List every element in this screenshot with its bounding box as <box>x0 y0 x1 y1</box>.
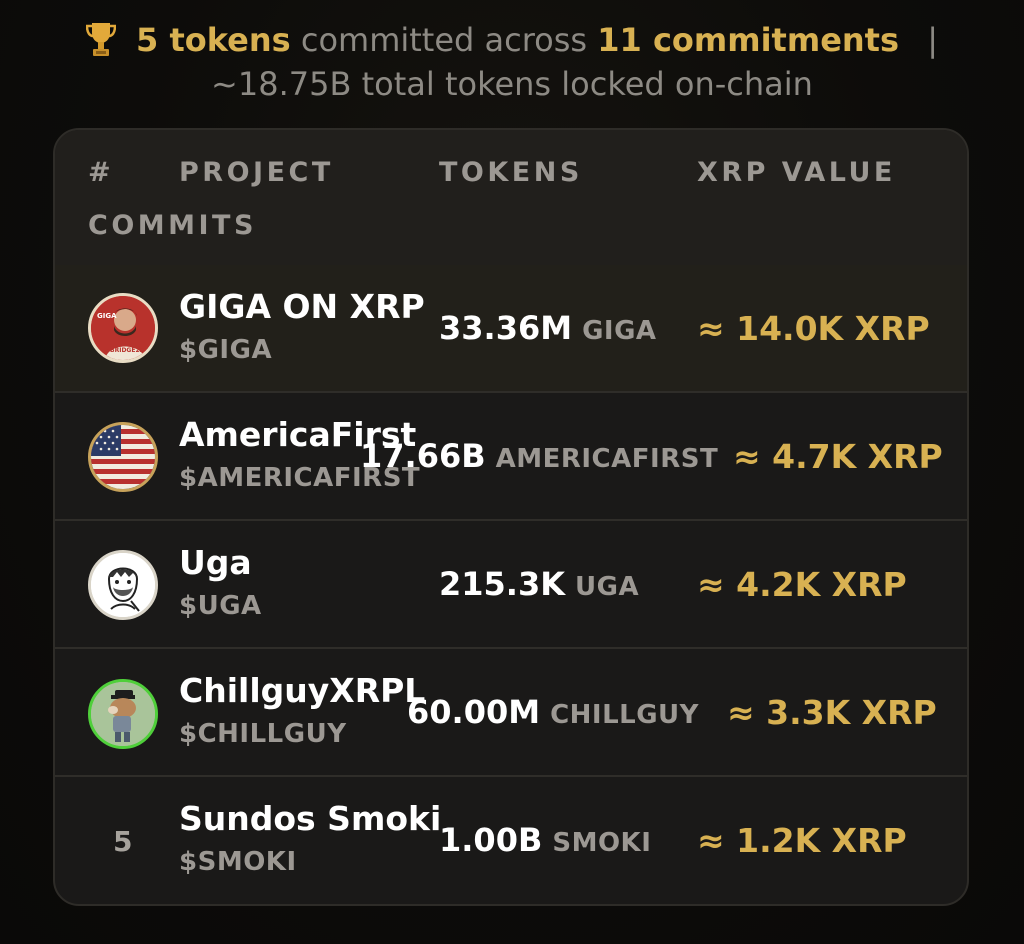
committed-across-text: committed across <box>300 21 588 59</box>
token-amount-value: 60.00M <box>407 693 541 731</box>
project-name[interactable]: GIGA ON XRP <box>179 287 425 326</box>
chillguy-dog-icon <box>88 679 158 749</box>
xrp-value: ≈ 3.3K XRP <box>727 693 937 732</box>
uga-caveman-icon <box>88 550 158 620</box>
token-amount-value: 17.66B <box>360 437 486 475</box>
table-header: # PROJECT TOKENS XRP VALUE COMMITS <box>55 130 967 267</box>
token-symbol: GIGA <box>582 316 657 346</box>
project-name[interactable]: Uga <box>179 543 252 582</box>
summary-separator: | <box>927 21 938 59</box>
token-amount: 60.00M CHILLGUY <box>407 693 699 731</box>
xrp-value: ≈ 4.7K XRP <box>733 437 943 476</box>
project-ticker: $SMOKI <box>179 847 297 877</box>
commitments-table: # PROJECT TOKENS XRP VALUE COMMITS GIGA … <box>53 128 969 906</box>
xrp-value: ≈ 4.2K XRP <box>697 565 907 604</box>
token-amount: 33.36M GIGA <box>439 309 657 347</box>
table-row[interactable]: ChillguyXRPL $CHILLGUY 60.00M CHILLGUY ≈ … <box>55 649 967 777</box>
token-symbol: AMERICAFIRST <box>495 444 719 474</box>
header-xrp-value[interactable]: XRP VALUE <box>697 157 896 188</box>
giga-logo-icon: GIGA #BRIDGE2XRP <box>88 293 158 363</box>
xrp-value: ≈ 14.0K XRP <box>697 309 930 348</box>
table-row[interactable]: AmericaFirst $AMERICAFIRST 17.66B AMERICA… <box>55 393 967 521</box>
svg-text:GIGA: GIGA <box>97 312 117 320</box>
header-rank: # <box>88 157 115 188</box>
token-amount: 1.00B SMOKI <box>439 821 651 859</box>
header-project[interactable]: PROJECT <box>179 157 334 188</box>
project-ticker: $UGA <box>179 591 262 621</box>
us-flag-icon <box>88 422 158 492</box>
header-commits[interactable]: COMMITS <box>88 210 257 241</box>
commitments-count: 11 commitments <box>597 21 900 59</box>
token-amount-value: 1.00B <box>439 821 543 859</box>
tokens-count: 5 tokens <box>136 21 291 59</box>
token-symbol: CHILLGUY <box>550 700 699 730</box>
token-amount: 17.66B AMERICAFIRST <box>360 437 718 475</box>
token-amount: 215.3K UGA <box>439 565 639 603</box>
rank-number: 5 <box>113 825 133 858</box>
commit-summary: 5 tokens committed across 11 commitments… <box>0 18 1024 106</box>
xrp-value: ≈ 1.2K XRP <box>697 821 907 860</box>
table-row[interactable]: GIGA #BRIDGE2XRP GIGA ON XRP $GIGA 33.36… <box>55 265 967 393</box>
project-name[interactable]: ChillguyXRPL <box>179 671 425 710</box>
header-tokens[interactable]: TOKENS <box>439 157 583 188</box>
table-row[interactable]: 5 Sundos Smoki $SMOKI 1.00B SMOKI ≈ 1.2K … <box>55 777 967 904</box>
svg-text:#BRIDGE2XRP: #BRIDGE2XRP <box>105 347 154 354</box>
project-ticker: $CHILLGUY <box>179 719 347 749</box>
token-amount-value: 33.36M <box>439 309 573 347</box>
token-symbol: SMOKI <box>552 828 652 858</box>
project-ticker: $GIGA <box>179 335 273 365</box>
trophy-icon <box>85 21 117 57</box>
project-name[interactable]: Sundos Smoki <box>179 799 441 838</box>
summary-line-1: 5 tokens committed across 11 commitments… <box>0 18 1024 62</box>
token-amount-value: 215.3K <box>439 565 566 603</box>
table-row[interactable]: Uga $UGA 215.3K UGA ≈ 4.2K XRP <box>55 521 967 649</box>
total-locked-text: ~18.75B total tokens locked on-chain <box>211 65 813 103</box>
token-symbol: UGA <box>575 572 640 602</box>
